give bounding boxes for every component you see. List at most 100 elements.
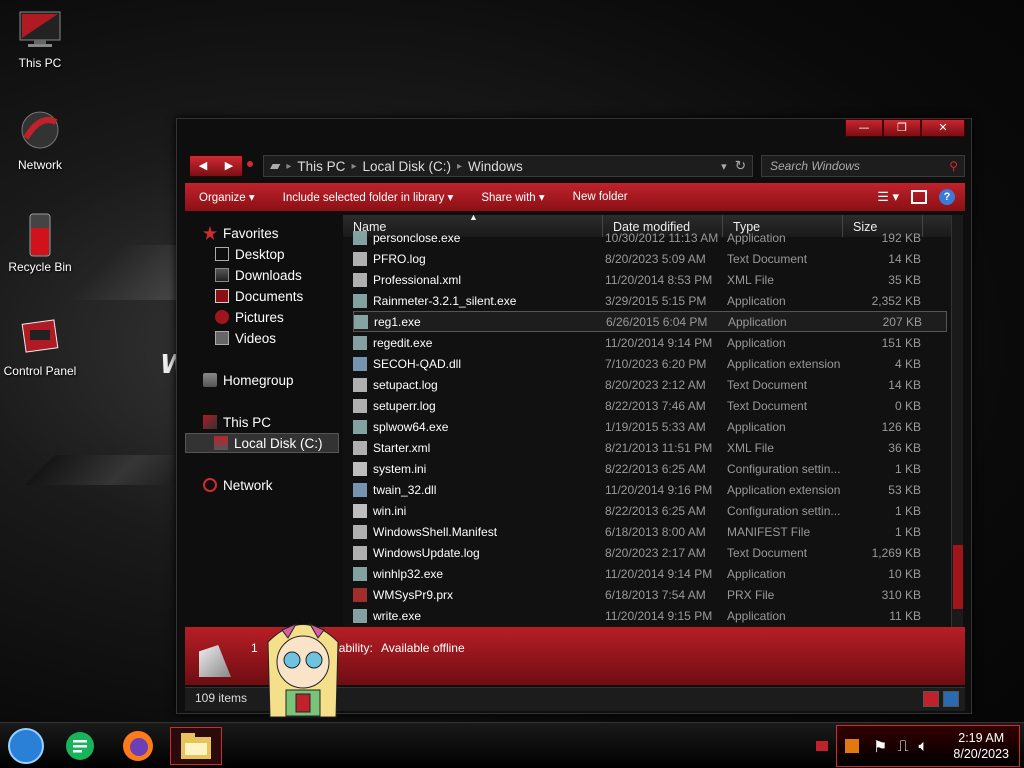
file-type: XML File bbox=[727, 440, 774, 455]
file-name: WindowsUpdate.log bbox=[373, 545, 480, 560]
firefox-icon[interactable] bbox=[116, 727, 160, 765]
file-name-cell: reg1.exe bbox=[354, 314, 606, 329]
flag-icon[interactable]: ⚑ bbox=[873, 737, 887, 756]
table-row[interactable]: Rainmeter-3.2.1_silent.exe 3/29/2015 5:15… bbox=[353, 290, 947, 311]
file-name-cell: winhlp32.exe bbox=[353, 566, 605, 581]
nav-homegroup[interactable]: Homegroup bbox=[203, 370, 294, 390]
table-row[interactable]: setuperr.log 8/22/2013 7:46 AM Text Docume… bbox=[353, 395, 947, 416]
nav-favorites[interactable]: Favorites bbox=[203, 223, 279, 243]
table-row[interactable]: PFRO.log 8/20/2023 5:09 AM Text Document 14… bbox=[353, 248, 947, 269]
breadcrumb[interactable]: ▰ ▸ This PC ▸ Local Disk (C:) ▸ Windows … bbox=[263, 155, 753, 177]
search-input[interactable]: Search Windows ⚲ bbox=[761, 155, 965, 177]
include-library-button[interactable]: Include selected folder in library ▾ bbox=[269, 190, 468, 204]
network-status-icon[interactable]: ⎍ bbox=[897, 736, 908, 756]
chevron-down-icon[interactable]: ▾ bbox=[721, 160, 735, 173]
table-row[interactable]: setupact.log 8/20/2023 2:12 AM Text Docume… bbox=[353, 374, 947, 395]
tiles-view-icon[interactable] bbox=[943, 691, 959, 707]
file-date: 6/18/2013 7:54 AM bbox=[605, 587, 706, 602]
file-date: 8/22/2013 7:46 AM bbox=[605, 398, 706, 413]
refresh-icon[interactable]: ↻ bbox=[735, 158, 752, 174]
file-name-cell: SECOH-QAD.dll bbox=[353, 356, 605, 371]
file-name: reg1.exe bbox=[374, 314, 421, 329]
file-type-icon bbox=[353, 587, 367, 602]
view-options-icon[interactable]: ☰ ▾ bbox=[877, 189, 899, 205]
back-button[interactable]: ◀ bbox=[190, 156, 216, 176]
breadcrumb-windows[interactable]: Windows bbox=[462, 159, 529, 174]
organize-button[interactable]: Organize ▾ bbox=[185, 190, 269, 204]
maximize-button[interactable]: ❐ bbox=[883, 119, 921, 137]
scrollbar-thumb[interactable] bbox=[953, 545, 963, 609]
table-row[interactable]: system.ini 8/22/2013 6:25 AM Configuration… bbox=[353, 458, 947, 479]
file-name: setuperr.log bbox=[373, 398, 436, 413]
file-type-icon bbox=[353, 524, 367, 539]
table-row[interactable]: WindowsShell.Manifest 6/18/2013 8:00 AM MA… bbox=[353, 521, 947, 542]
nav-pictures[interactable]: Pictures bbox=[215, 307, 284, 327]
file-size: 151 KB bbox=[881, 335, 921, 350]
preview-pane-icon[interactable] bbox=[911, 190, 927, 204]
navigation-pane: Favorites Desktop Downloads Documents Pi… bbox=[185, 215, 343, 625]
share-with-button[interactable]: Share with ▾ bbox=[467, 190, 558, 204]
file-name-cell: WindowsShell.Manifest bbox=[353, 524, 605, 539]
table-row[interactable]: WindowsUpdate.log 8/20/2023 2:17 AM Text D… bbox=[353, 542, 947, 563]
table-row[interactable]: twain_32.dll 11/20/2014 9:16 PM Applicatio… bbox=[353, 479, 947, 500]
file-name-cell: WMSysPr9.prx bbox=[353, 587, 605, 602]
file-type-icon bbox=[353, 272, 367, 287]
file-explorer-taskbar-icon[interactable] bbox=[170, 727, 222, 765]
clock-time: 2:19 AM bbox=[958, 731, 1005, 745]
table-row[interactable]: WMSysPr9.prx 6/18/2013 7:54 AM PRX File 310… bbox=[353, 584, 947, 605]
desktop-icon-recycle-bin[interactable]: Recycle Bin bbox=[2, 212, 78, 274]
table-row[interactable]: SECOH-QAD.dll 7/10/2023 6:20 PM Applicatio… bbox=[353, 353, 947, 374]
nav-local-disk[interactable]: Local Disk (C:) bbox=[185, 433, 339, 453]
details-view-icon[interactable] bbox=[923, 691, 939, 707]
minimize-button[interactable]: — bbox=[845, 119, 883, 137]
item-count: 109 items bbox=[195, 691, 248, 705]
table-row[interactable]: personclose.exe 10/30/2012 11:13 AM Applic… bbox=[353, 227, 947, 248]
table-row[interactable]: Professional.xml 11/20/2014 8:53 PM XML Fi… bbox=[353, 269, 947, 290]
table-row[interactable]: winhlp32.exe 11/20/2014 9:14 PM Applicatio… bbox=[353, 563, 947, 584]
breadcrumb-this-pc[interactable]: This PC bbox=[291, 159, 351, 174]
recycle-bin-icon bbox=[18, 212, 62, 257]
desktop-icon-control-panel[interactable]: Control Panel bbox=[2, 316, 78, 378]
help-icon[interactable]: ? bbox=[939, 189, 955, 205]
desktop-icon-this-pc[interactable]: This PC bbox=[2, 8, 78, 70]
nav-documents[interactable]: Documents bbox=[215, 286, 303, 306]
table-row[interactable]: Starter.xml 8/21/2013 11:51 PM XML File 36 … bbox=[353, 437, 947, 458]
table-row[interactable]: regedit.exe 11/20/2014 9:14 PM Application… bbox=[353, 332, 947, 353]
tray-app-icon[interactable] bbox=[845, 739, 859, 753]
file-date: 7/10/2023 6:20 PM bbox=[605, 356, 707, 371]
vertical-scrollbar[interactable] bbox=[951, 215, 963, 627]
file-size: 14 KB bbox=[888, 377, 921, 392]
file-name-cell: win.ini bbox=[353, 503, 605, 518]
file-name: splwow64.exe bbox=[373, 419, 449, 434]
table-row[interactable]: reg1.exe 6/26/2015 6:04 PM Application 207 … bbox=[353, 311, 947, 332]
table-row[interactable]: splwow64.exe 1/19/2015 5:33 AM Application… bbox=[353, 416, 947, 437]
nav-label: Favorites bbox=[223, 225, 279, 241]
nav-videos[interactable]: Videos bbox=[215, 328, 276, 348]
file-name: WMSysPr9.prx bbox=[373, 587, 454, 602]
close-button[interactable]: ✕ bbox=[921, 119, 965, 137]
control-panel-icon bbox=[18, 316, 62, 358]
desktop-icon bbox=[215, 247, 229, 261]
clock[interactable]: 2:19 AM 8/20/2023 bbox=[953, 730, 1009, 762]
forward-button[interactable]: ▶ bbox=[216, 156, 242, 176]
desktop-icon-network[interactable]: Network bbox=[2, 110, 78, 172]
show-hidden-icons-icon[interactable] bbox=[816, 741, 828, 751]
file-type-icon bbox=[353, 440, 367, 455]
file-type-icon bbox=[353, 482, 367, 497]
volume-icon[interactable]: 🔈︎ bbox=[919, 736, 929, 756]
nav-this-pc[interactable]: This PC bbox=[203, 412, 271, 432]
star-icon bbox=[203, 226, 217, 240]
nav-network[interactable]: Network bbox=[203, 475, 273, 495]
file-type: XML File bbox=[727, 272, 774, 287]
new-folder-button[interactable]: New folder bbox=[559, 191, 642, 203]
notes-app-icon[interactable] bbox=[58, 727, 102, 765]
nav-downloads[interactable]: Downloads bbox=[215, 265, 302, 285]
nav-desktop[interactable]: Desktop bbox=[215, 244, 285, 264]
sort-up-icon: ▲ bbox=[469, 215, 478, 222]
table-row[interactable]: win.ini 8/22/2013 6:25 AM Configuration se… bbox=[353, 500, 947, 521]
search-icon[interactable]: ⚲ bbox=[949, 159, 958, 173]
videos-icon bbox=[215, 331, 229, 345]
table-row[interactable]: write.exe 11/20/2014 9:15 PM Application 11… bbox=[353, 605, 947, 626]
start-button[interactable] bbox=[4, 727, 48, 765]
breadcrumb-local-disk[interactable]: Local Disk (C:) bbox=[356, 159, 457, 174]
